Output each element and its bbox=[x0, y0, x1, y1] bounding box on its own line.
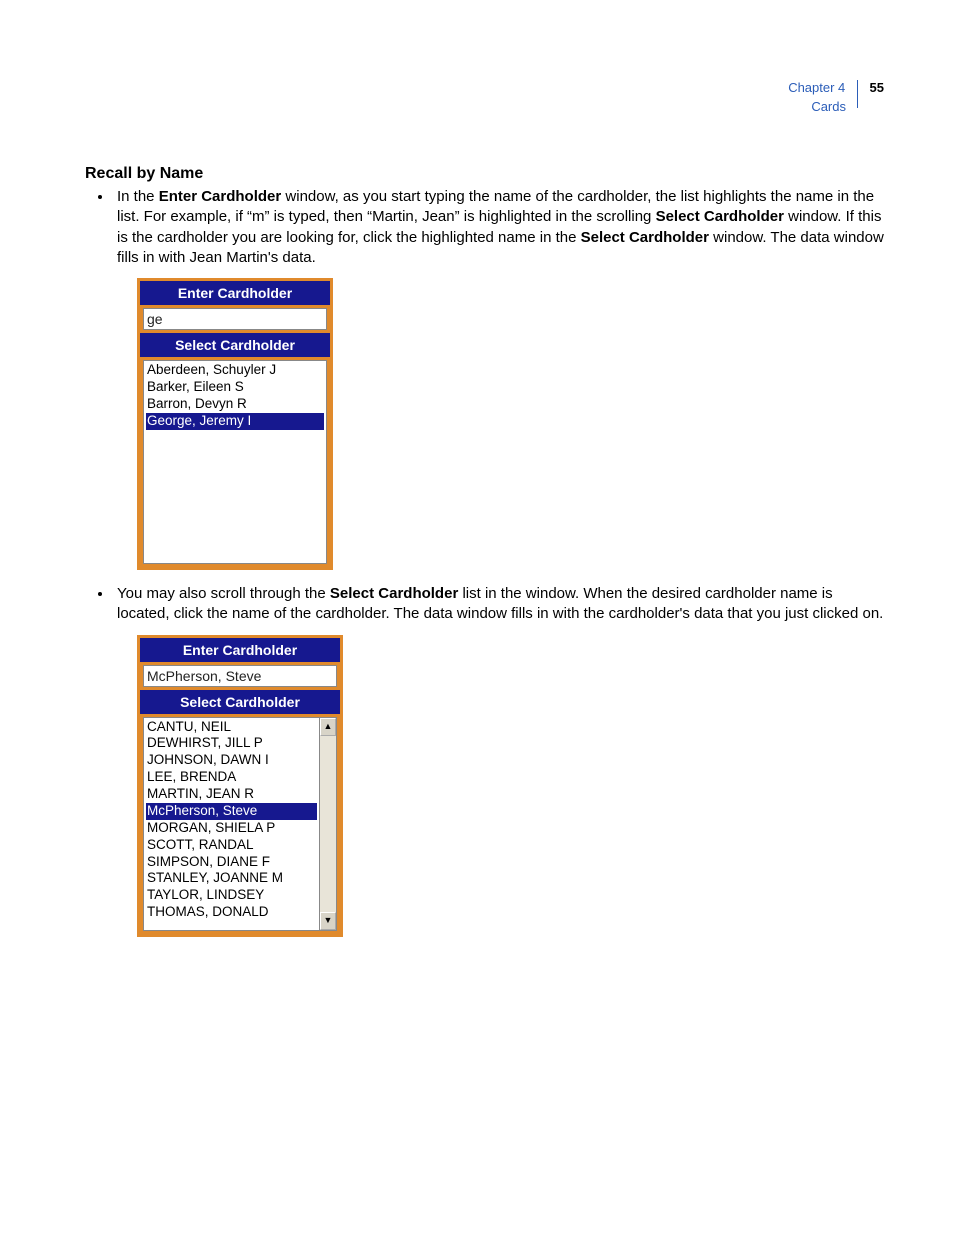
list-item[interactable]: George, Jeremy I bbox=[146, 413, 324, 430]
enter-cardholder-input[interactable]: McPherson, Steve bbox=[143, 665, 337, 687]
list-item[interactable]: SCOTT, RANDAL bbox=[146, 837, 317, 854]
select-cardholder-header: Select Cardholder bbox=[140, 690, 340, 714]
select-cardholder-list[interactable]: CANTU, NEILDEWHIRST, JILL PJOHNSON, DAWN… bbox=[143, 717, 320, 931]
chapter-label: Chapter 4 bbox=[788, 80, 845, 97]
scroll-up-icon[interactable]: ▲ bbox=[320, 718, 336, 736]
select-cardholder-header: Select Cardholder bbox=[140, 333, 330, 357]
list-item[interactable]: CANTU, NEIL bbox=[146, 719, 317, 736]
list-item[interactable]: STANLEY, JOANNE M bbox=[146, 870, 317, 887]
paragraph-1: In the Enter Cardholder window, as you s… bbox=[113, 187, 884, 268]
list-item[interactable]: Aberdeen, Schuyler J bbox=[146, 362, 324, 379]
cardholder-widget-1: Enter Cardholder ge Select Cardholder Ab… bbox=[137, 278, 333, 570]
select-cardholder-list[interactable]: Aberdeen, Schuyler JBarker, Eileen SBarr… bbox=[143, 360, 327, 564]
list-item[interactable]: TAYLOR, LINDSEY bbox=[146, 887, 317, 904]
list-item[interactable]: Barron, Devyn R bbox=[146, 396, 324, 413]
list-item[interactable]: JOHNSON, DAWN I bbox=[146, 752, 317, 769]
scrollbar[interactable]: ▲ ▼ bbox=[320, 717, 337, 931]
paragraph-2: You may also scroll through the Select C… bbox=[113, 584, 884, 625]
list-item[interactable]: THOMAS, DONALD bbox=[146, 904, 317, 921]
list-item[interactable]: LEE, BRENDA bbox=[146, 769, 317, 786]
cardholder-widget-2: Enter Cardholder McPherson, Steve Select… bbox=[137, 635, 343, 937]
list-item[interactable]: McPherson, Steve bbox=[146, 803, 317, 820]
page-number: 55 bbox=[870, 80, 884, 97]
enter-cardholder-header: Enter Cardholder bbox=[140, 638, 340, 662]
scroll-track[interactable] bbox=[320, 736, 336, 912]
page-header: Chapter 4 55 Cards bbox=[788, 80, 884, 116]
section-heading: Recall by Name bbox=[85, 165, 884, 183]
enter-cardholder-input[interactable]: ge bbox=[143, 308, 327, 330]
list-item[interactable]: MORGAN, SHIELA P bbox=[146, 820, 317, 837]
list-item[interactable]: SIMPSON, DIANE F bbox=[146, 854, 317, 871]
list-item[interactable]: DEWHIRST, JILL P bbox=[146, 735, 317, 752]
section-label: Cards bbox=[788, 99, 846, 116]
scroll-down-icon[interactable]: ▼ bbox=[320, 912, 336, 930]
list-item[interactable]: MARTIN, JEAN R bbox=[146, 786, 317, 803]
list-item[interactable]: Barker, Eileen S bbox=[146, 379, 324, 396]
header-divider bbox=[857, 80, 858, 108]
enter-cardholder-header: Enter Cardholder bbox=[140, 281, 330, 305]
